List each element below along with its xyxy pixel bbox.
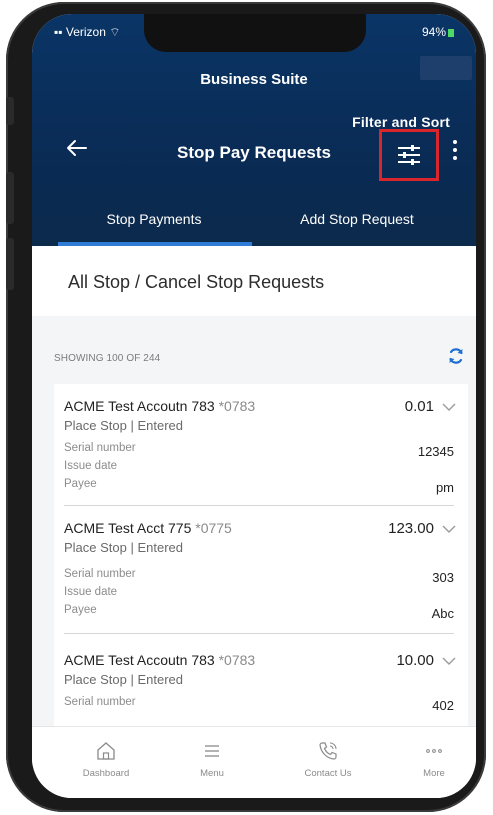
serial-label: Serial number — [64, 442, 136, 454]
account-label: ACME Test Acct 775 — [64, 520, 192, 536]
account-label: ACME Test Accoutn 783 — [64, 652, 215, 668]
nav-label: Dashboard — [82, 768, 130, 779]
status-text: Place Stop | Entered — [64, 672, 184, 687]
signal-icon: ▪▪ — [54, 25, 63, 39]
list-item[interactable]: ACME Test Accoutn 783 *0783 0.01 Place S… — [54, 384, 468, 506]
payee-value: Abc — [431, 606, 454, 621]
status-text: Place Stop | Entered — [64, 418, 184, 433]
status-text: Place Stop | Entered — [64, 540, 184, 555]
more-dots-icon — [426, 749, 442, 753]
phone-screen: ▪▪ Verizon ⌔ 94% Business Suite Filter a… — [32, 14, 476, 798]
filter-sort-button[interactable] — [379, 129, 439, 181]
requests-list-area[interactable]: SHOWING 100 OF 244 ACME Test Accoutn 783… — [32, 316, 476, 726]
chevron-down-icon[interactable] — [442, 402, 456, 412]
tab-stop-payments[interactable]: Stop Payments — [56, 192, 252, 246]
account-suffix: *0783 — [218, 652, 256, 668]
refresh-icon[interactable] — [446, 346, 466, 366]
serial-value: 303 — [432, 570, 454, 585]
nav-more[interactable]: More — [394, 740, 474, 779]
bottom-navigation: Dashboard Menu Contact Us More — [32, 726, 476, 798]
phone-notch — [144, 14, 366, 52]
phone-icon — [319, 742, 337, 760]
battery-percent: 94% — [421, 25, 446, 39]
amount: 10.00 — [396, 652, 434, 669]
nav-contact-us[interactable]: Contact Us — [288, 740, 368, 779]
status-battery: 94% — [422, 25, 454, 39]
section-header: All Stop / Cancel Stop Requests — [32, 246, 476, 316]
mute-switch — [6, 97, 14, 125]
phone-frame: ▪▪ Verizon ⌔ 94% Business Suite Filter a… — [6, 2, 486, 812]
redacted-badge — [420, 56, 472, 80]
nav-divider — [32, 726, 476, 727]
payee-label: Payee — [64, 478, 97, 490]
battery-icon — [448, 28, 454, 37]
issue-date-label: Issue date — [64, 586, 118, 598]
issue-date-label: Issue date — [64, 460, 118, 472]
home-icon — [97, 742, 115, 760]
amount: 123.00 — [388, 520, 434, 537]
amount: 0.01 — [404, 398, 434, 415]
nav-label: More — [423, 768, 445, 779]
payee-label: Payee — [64, 604, 97, 616]
serial-label: Serial number — [64, 696, 136, 708]
status-carrier: ▪▪ Verizon ⌔ — [54, 25, 121, 40]
sliders-icon — [398, 145, 420, 165]
tab-bar: Stop Payments Add Stop Request — [32, 192, 476, 246]
account-suffix: *0775 — [195, 520, 232, 536]
payee-value: pm — [435, 480, 454, 495]
tab-add-stop-request[interactable]: Add Stop Request — [252, 192, 462, 246]
nav-label: Menu — [200, 768, 224, 779]
serial-label: Serial number — [64, 568, 136, 580]
serial-value: 402 — [432, 698, 454, 713]
account-label: ACME Test Accoutn 783 — [64, 398, 215, 414]
showing-count: SHOWING 100 OF 244 — [54, 353, 161, 364]
more-options-icon[interactable] — [452, 140, 458, 164]
wifi-icon: ⌔ — [109, 25, 121, 39]
list-item[interactable]: ACME Test Accoutn 783 *0783 10.00 Place … — [54, 634, 468, 726]
nav-dashboard[interactable]: Dashboard — [66, 740, 146, 779]
hamburger-icon — [205, 745, 219, 757]
annotation-label: Filter and Sort — [352, 114, 450, 130]
chevron-down-icon[interactable] — [442, 524, 456, 534]
volume-down-button — [6, 238, 14, 290]
volume-up-button — [6, 172, 14, 224]
app-header: ▪▪ Verizon ⌔ 94% Business Suite Filter a… — [32, 14, 476, 246]
serial-value: 12345 — [417, 444, 454, 459]
nav-label: Contact Us — [304, 768, 352, 779]
app-title: Business Suite — [200, 71, 308, 88]
nav-menu[interactable]: Menu — [172, 740, 252, 779]
account-name: ACME Test Accoutn 783 *0783 — [64, 398, 454, 414]
list-item[interactable]: ACME Test Acct 775 *0775 123.00 Place St… — [54, 506, 468, 634]
account-suffix: *0783 — [218, 398, 256, 414]
carrier-name: Verizon — [65, 25, 106, 39]
section-title: All Stop / Cancel Stop Requests — [68, 272, 325, 292]
chevron-down-icon[interactable] — [442, 656, 456, 666]
